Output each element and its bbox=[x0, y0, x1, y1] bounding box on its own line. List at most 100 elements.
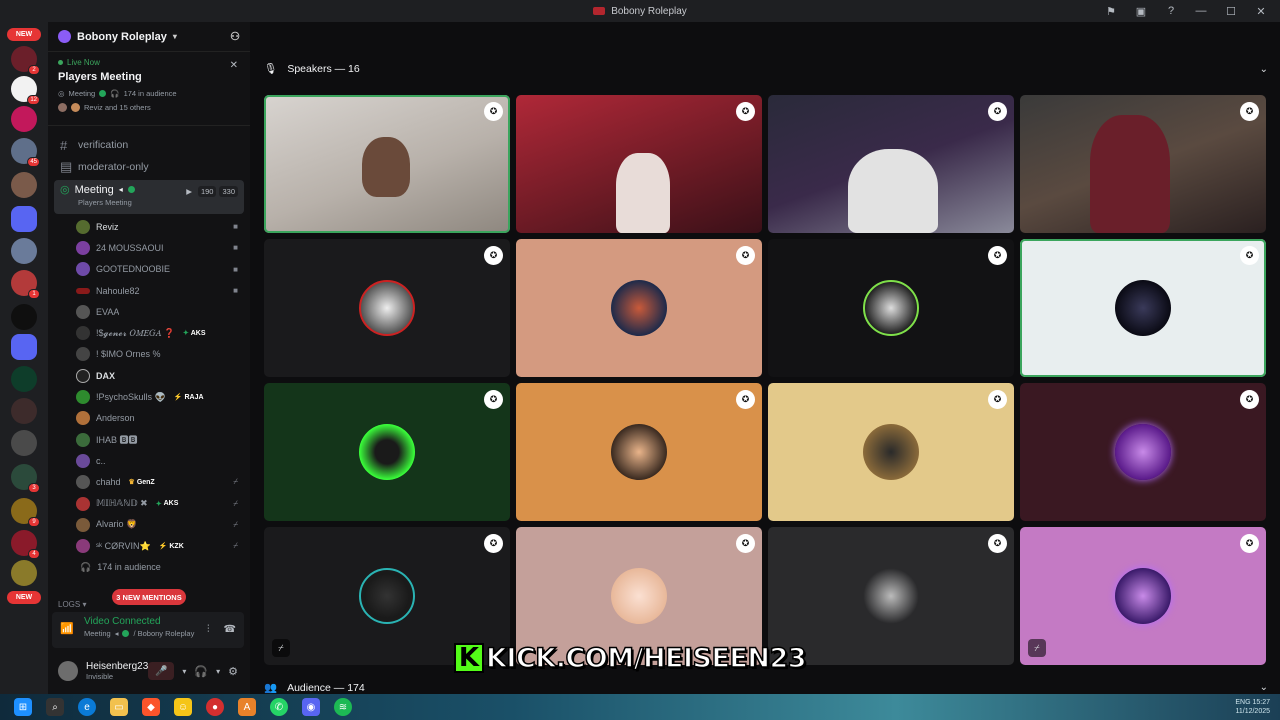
app-icon[interactable]: A bbox=[238, 698, 256, 716]
avatar-tile[interactable]: ✪ bbox=[516, 239, 762, 377]
pin-icon[interactable]: ✪ bbox=[736, 390, 755, 409]
pin-icon[interactable]: ✪ bbox=[1240, 102, 1259, 121]
folder-icon[interactable] bbox=[11, 206, 37, 232]
add-member-icon[interactable]: ⚇ bbox=[230, 30, 240, 43]
server-icon[interactable] bbox=[11, 560, 37, 586]
list-item[interactable]: DAX bbox=[48, 365, 250, 386]
discord-icon[interactable] bbox=[11, 334, 37, 360]
signal-icon[interactable]: 📶 bbox=[60, 622, 74, 636]
avatar-tile[interactable]: ✪ bbox=[1020, 239, 1266, 377]
server-icon[interactable] bbox=[11, 304, 37, 330]
video-tile[interactable]: ✪ bbox=[516, 95, 762, 233]
list-item[interactable]: ˢᵏ CØRVIN⭐ ⚡ KZK ⌿ bbox=[48, 535, 250, 556]
list-item[interactable]: 24 MOUSSAOUI ■ bbox=[48, 237, 250, 258]
server-icon[interactable]: 4 bbox=[11, 530, 40, 559]
pin-icon[interactable]: ✪ bbox=[736, 102, 755, 121]
pin-icon[interactable]: ✪ bbox=[988, 390, 1007, 409]
maximize-icon[interactable]: ☐ bbox=[1224, 4, 1238, 18]
channel-verification[interactable]: # verification bbox=[48, 134, 250, 156]
discord-icon[interactable]: ◉ bbox=[302, 698, 320, 716]
server-icon[interactable] bbox=[11, 106, 37, 132]
start-icon[interactable]: ⊞ bbox=[14, 698, 32, 716]
pin-icon[interactable]: ✪ bbox=[736, 246, 755, 265]
app-icon[interactable]: ☺ bbox=[174, 698, 192, 716]
settings-gear-icon[interactable]: ⚙ bbox=[228, 665, 238, 678]
pin-icon[interactable]: ✪ bbox=[988, 102, 1007, 121]
noise-suppression-icon[interactable]: ⫶ bbox=[207, 624, 210, 635]
minimize-icon[interactable]: — bbox=[1194, 4, 1208, 18]
close-icon[interactable]: ✕ bbox=[1254, 4, 1268, 18]
list-item[interactable]: 𝕄𝕀ℍ𝔸ℕ𝔻 ✖ ✦ AKS ⌿ bbox=[48, 493, 250, 514]
list-item[interactable]: EVAA bbox=[48, 301, 250, 322]
avatar[interactable] bbox=[58, 661, 78, 681]
channel-meeting[interactable]: ◎ Meeting ◂ Players Meeting ▶ 190 330 bbox=[54, 180, 244, 214]
headphones-icon[interactable]: 🎧 bbox=[194, 665, 208, 678]
avatar-tile[interactable]: ✪ ⌿ bbox=[1020, 527, 1266, 665]
list-item[interactable]: chahd ♛ GenZ ⌿ bbox=[48, 472, 250, 493]
whatsapp-icon[interactable]: ✆ bbox=[270, 698, 288, 716]
list-item[interactable]: c.. bbox=[48, 450, 250, 471]
avatar-tile[interactable]: ✪ bbox=[516, 383, 762, 521]
avatar-tile[interactable]: ✪ bbox=[768, 239, 1014, 377]
obs-icon[interactable]: ● bbox=[206, 698, 224, 716]
brave-icon[interactable]: ◆ bbox=[142, 698, 160, 716]
list-item[interactable]: IHAB 🅱🅱 bbox=[48, 429, 250, 450]
audience-header[interactable]: 👥 Audience — 174 bbox=[264, 681, 365, 695]
edge-icon[interactable]: e bbox=[78, 698, 96, 716]
server-icon[interactable] bbox=[11, 172, 37, 198]
user-identity[interactable]: Heisenberg23 Invisible bbox=[86, 661, 148, 681]
list-item[interactable]: Alvario 🦁 ⌿ bbox=[48, 514, 250, 535]
server-icon[interactable] bbox=[11, 398, 37, 424]
list-item[interactable]: ! $IMO Ornes % bbox=[48, 344, 250, 365]
list-item[interactable]: !$𝓰𝓮𝓷𝓮𝓻 𝑂𝑀𝐸𝐺𝐴 ❓ ✦ AKS bbox=[48, 322, 250, 343]
help-icon[interactable]: ? bbox=[1164, 4, 1178, 18]
server-icon[interactable]: 3 bbox=[11, 464, 40, 493]
pin-icon[interactable]: ✪ bbox=[1240, 246, 1259, 265]
pin-icon[interactable]: ✪ bbox=[736, 534, 755, 553]
category-logs[interactable]: LOGS ▾ bbox=[58, 600, 86, 609]
avatar-tile[interactable]: ✪ bbox=[264, 383, 510, 521]
server-icon[interactable] bbox=[11, 238, 37, 264]
chevron-down-icon[interactable]: ⌄ bbox=[1260, 64, 1268, 75]
search-icon[interactable]: ⌕ bbox=[46, 698, 64, 716]
new-mentions-pill[interactable]: 3 NEW MENTIONS bbox=[112, 589, 186, 605]
system-tray[interactable]: ENG 15:27 11/12/2025 bbox=[1235, 698, 1270, 716]
language-indicator[interactable]: ENG bbox=[1235, 699, 1250, 706]
pin-icon[interactable]: ✪ bbox=[484, 102, 503, 121]
new-pill-top[interactable]: NEW bbox=[7, 28, 41, 41]
spotify-icon[interactable]: ≋ bbox=[334, 698, 352, 716]
server-icon[interactable]: 12 bbox=[11, 76, 40, 105]
server-icon[interactable]: 2 bbox=[11, 46, 40, 75]
server-icon[interactable]: 1 bbox=[11, 270, 40, 299]
pin-icon[interactable]: ✪ bbox=[484, 534, 503, 553]
chevron-down-icon[interactable]: ▾ bbox=[182, 667, 186, 676]
channel-moderator-only[interactable]: ▤ moderator-only bbox=[48, 156, 250, 178]
list-item[interactable]: Reviz ■ bbox=[48, 216, 250, 237]
server-icon[interactable]: 9 bbox=[11, 498, 40, 527]
list-item[interactable]: Nahoule82 ■ bbox=[48, 280, 250, 301]
list-item[interactable]: GOOTEDNOOBIE ■ bbox=[48, 259, 250, 280]
pin-icon[interactable]: ✪ bbox=[1240, 534, 1259, 553]
video-tile[interactable]: ✪ bbox=[264, 95, 510, 233]
server-header[interactable]: Bobony Roleplay ▾ ⚇ bbox=[48, 22, 250, 52]
explorer-icon[interactable]: ▭ bbox=[110, 698, 128, 716]
chevron-down-icon[interactable]: ▾ bbox=[216, 667, 220, 676]
chevron-down-icon[interactable]: ⌄ bbox=[1260, 682, 1268, 693]
video-tile[interactable]: ✪ bbox=[768, 95, 1014, 233]
disconnect-icon[interactable]: ☎ bbox=[224, 624, 236, 635]
server-icon[interactable] bbox=[11, 430, 37, 456]
inbox-icon[interactable]: ▣ bbox=[1134, 4, 1148, 18]
avatar-tile[interactable]: ✪ bbox=[1020, 383, 1266, 521]
audience-count-line[interactable]: 🎧 174 in audience bbox=[48, 557, 250, 578]
server-icon[interactable] bbox=[11, 366, 37, 392]
pin-icon[interactable]: ✪ bbox=[484, 390, 503, 409]
flag-icon[interactable]: ⚑ bbox=[1104, 4, 1118, 18]
pin-icon[interactable]: ✪ bbox=[988, 246, 1007, 265]
list-item[interactable]: Anderson bbox=[48, 408, 250, 429]
mute-mic-button[interactable]: 🎤 bbox=[148, 662, 175, 680]
pin-icon[interactable]: ✪ bbox=[1240, 390, 1259, 409]
avatar-tile[interactable]: ✪ bbox=[264, 239, 510, 377]
live-event-card[interactable]: Live Now Players Meeting ◎ Meeting 🎧 174… bbox=[48, 52, 250, 126]
video-tile[interactable]: ✪ bbox=[1020, 95, 1266, 233]
avatar-tile[interactable]: ✪ bbox=[768, 383, 1014, 521]
